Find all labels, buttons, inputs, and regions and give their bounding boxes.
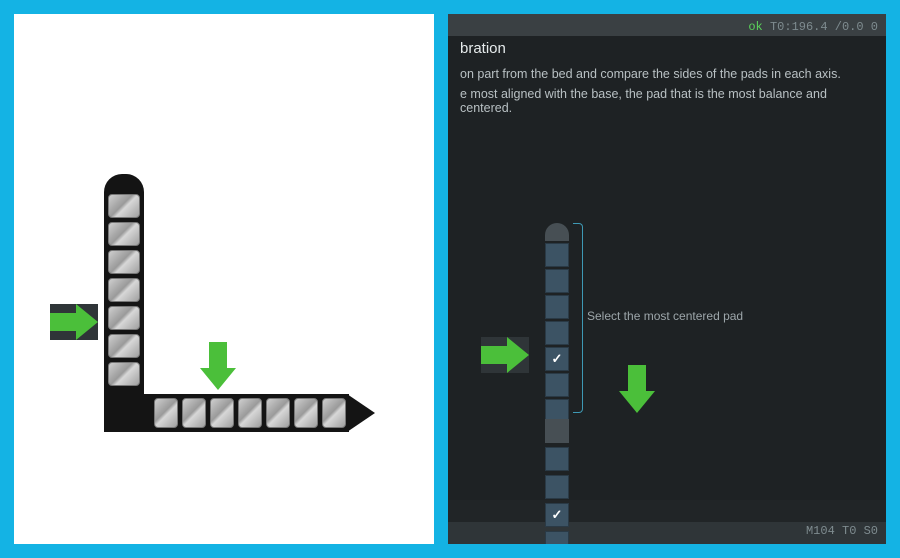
vertical-pad-4[interactable] [545, 347, 569, 371]
photo-pane [14, 14, 434, 544]
arrow-right-icon [481, 337, 529, 373]
photo-pad-v [108, 194, 140, 218]
horizontal-pad-row [543, 417, 571, 544]
photo-pad-v [108, 306, 140, 330]
software-pane: ok ok T0:196.4 /0.0 0T0:196.4 /0.0 0 M10… [448, 14, 886, 544]
arrow-right-icon [50, 304, 98, 340]
horizontal-pad-0[interactable] [545, 447, 569, 471]
print-arrow-tip [347, 394, 375, 432]
terminal-bottom-line: M104 T0 S0 [806, 524, 878, 538]
horizontal-pad-1[interactable] [545, 475, 569, 499]
calibration-dialog: bration on part from the bed and compare… [448, 36, 886, 522]
photo-pad-v [108, 278, 140, 302]
vertical-pad-0[interactable] [545, 243, 569, 267]
vertical-pad-5[interactable] [545, 373, 569, 397]
arrow-down-icon [619, 365, 655, 413]
vertical-pad-3[interactable] [545, 321, 569, 345]
horizontal-pad-3[interactable] [545, 531, 569, 544]
arrow-down-icon [200, 342, 236, 390]
photo-pad-h [266, 398, 290, 428]
photo-pad-h [210, 398, 234, 428]
hint-label: Select the most centered pad [587, 309, 743, 323]
dialog-title: bration [460, 40, 874, 57]
dialog-line-1: on part from the bed and compare the sid… [460, 67, 874, 81]
photo-pad-h [322, 398, 346, 428]
terminal-top-line: ok ok T0:196.4 /0.0 0T0:196.4 /0.0 0 [748, 20, 878, 34]
photo-pad-h [182, 398, 206, 428]
photo-pad-h [294, 398, 318, 428]
photo-pad-v [108, 334, 140, 358]
photo-pad-h [154, 398, 178, 428]
vertical-pad-2[interactable] [545, 295, 569, 319]
photo-pad-v [108, 250, 140, 274]
photo-pad-v [108, 362, 140, 386]
bracket-line [573, 223, 583, 413]
horizontal-pad-2[interactable] [545, 503, 569, 527]
photo-pad-h [238, 398, 262, 428]
vertical-pad-1[interactable] [545, 269, 569, 293]
dialog-line-2: e most aligned with the base, the pad th… [460, 87, 874, 115]
calibration-print-photo [14, 14, 434, 544]
row-corner [545, 419, 569, 443]
column-cap [545, 223, 569, 241]
vertical-pad-column [543, 221, 571, 425]
photo-pad-v [108, 222, 140, 246]
